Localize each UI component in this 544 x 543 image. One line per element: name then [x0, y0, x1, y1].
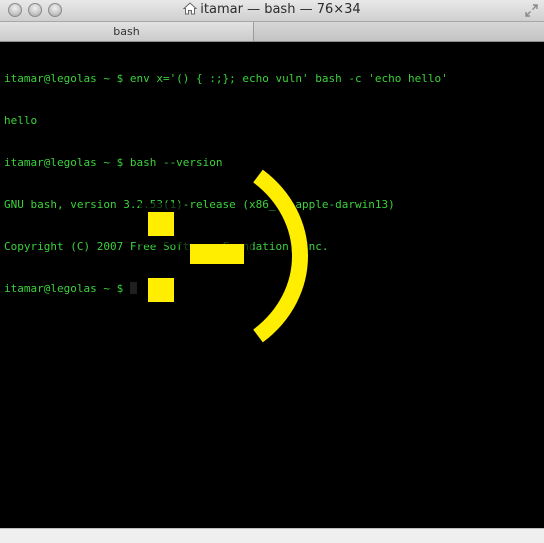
terminal-cursor [129, 282, 137, 294]
window-title: itamar — bash — 76×34 [0, 0, 544, 22]
home-icon [183, 2, 198, 15]
window-title-text: itamar — bash — 76×34 [200, 2, 361, 17]
terminal-window: itamar — bash — 76×34 bash itamar@legola… [0, 0, 544, 543]
terminal-line: itamar@legolas ~ $ env x='() { :;}; echo… [4, 72, 448, 85]
terminal-line: hello [4, 114, 38, 127]
fullscreen-arrows-icon[interactable] [525, 4, 538, 17]
tab-bash[interactable]: bash [0, 22, 254, 41]
tab-label: bash [113, 25, 140, 38]
tab-bar: bash [0, 22, 544, 42]
terminal-prompt: itamar@legolas ~ $ [4, 282, 130, 295]
title-bar[interactable]: itamar — bash — 76×34 [0, 0, 544, 22]
window-bottom-edge [0, 528, 544, 543]
smiley-emoticon-image: :-) [139, 168, 309, 344]
